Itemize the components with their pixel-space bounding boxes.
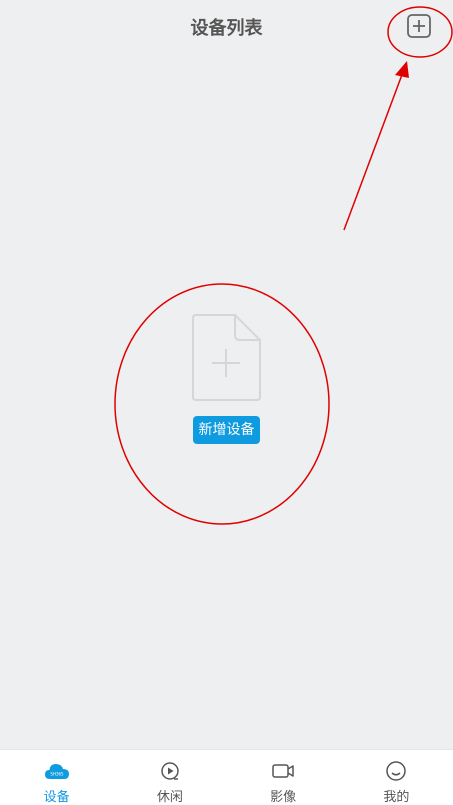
add-device-button[interactable]: 新增设备 [193,416,260,444]
tab-label: 影像 [270,790,297,805]
tab-leisure[interactable]: 休闲 [113,750,226,805]
tab-label: 设备 [43,790,70,805]
tab-devices[interactable]: SH365 设备 [0,750,113,805]
svg-text:SH365: SH365 [50,772,64,777]
tab-label: 我的 [383,790,410,805]
tab-label: 休闲 [156,790,183,805]
empty-state: 新增设备 [0,0,453,805]
play-circle-icon [161,762,179,780]
cloud-icon: SH365 [44,764,69,779]
bottom-tab-bar: SH365 设备 休闲 影像 我的 [0,749,453,805]
smiley-icon [386,761,407,781]
document-plus-icon [192,314,261,401]
video-camera-icon [272,764,294,778]
tab-me[interactable]: 我的 [340,750,453,805]
tab-images[interactable]: 影像 [227,750,340,805]
